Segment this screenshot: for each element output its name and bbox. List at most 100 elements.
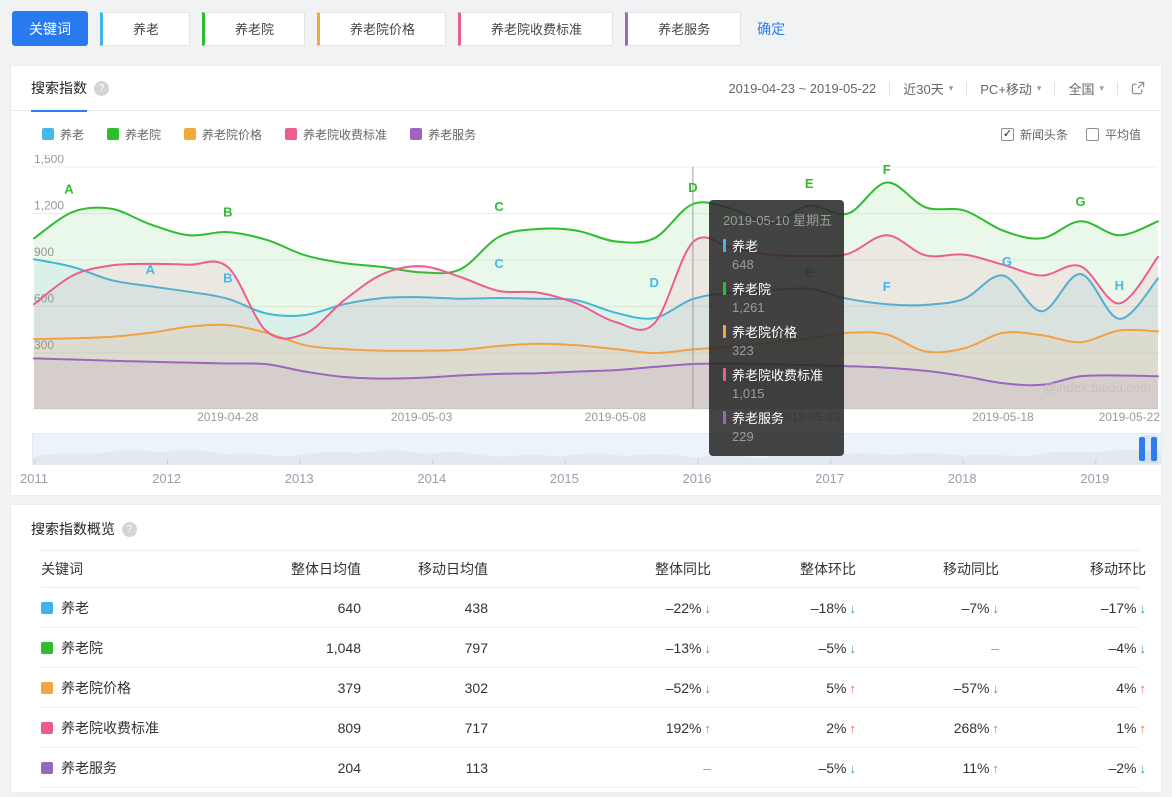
timeline-year-label: 2016: [682, 471, 712, 486]
change-cell: 268% ↑: [856, 720, 999, 736]
overview-title: 搜索指数概览: [31, 521, 115, 537]
news-marker-F[interactable]: F: [883, 162, 891, 177]
news-marker-B[interactable]: B: [223, 205, 232, 220]
legend-item[interactable]: 养老院价格: [184, 126, 262, 143]
keyword-chip-label: 养老服务: [658, 22, 711, 37]
change-cell: –4% ↓: [999, 640, 1146, 656]
keyword-label-button[interactable]: 关键词: [12, 11, 88, 46]
news-marker-E[interactable]: E: [805, 176, 814, 191]
legend-item[interactable]: 养老: [42, 126, 84, 143]
dropdown-全国[interactable]: 全国 ▾: [1068, 79, 1104, 98]
news-marker-A[interactable]: A: [64, 181, 74, 196]
keyword-cell: 养老: [41, 598, 281, 618]
keyword-chip-label: 养老院价格: [350, 22, 416, 37]
legend-item[interactable]: 养老院: [107, 126, 161, 143]
mobile-avg-cell: 302: [464, 679, 488, 696]
date-range: 2019-04-23 ~ 2019-05-22: [728, 80, 877, 96]
checkbox-平均值[interactable]: 平均值: [1085, 126, 1141, 143]
change-cell: 5% ↑: [711, 680, 856, 696]
keyword-chip[interactable]: 养老院收费标准: [458, 11, 614, 46]
legend-item[interactable]: 养老服务: [410, 126, 476, 143]
news-marker-B[interactable]: B: [223, 270, 232, 285]
legend-swatch: [42, 128, 54, 140]
news-marker-A[interactable]: A: [146, 262, 156, 277]
change-value: 2%: [826, 719, 847, 736]
legend-label: 养老院价格: [202, 127, 263, 142]
keyword-chip[interactable]: 养老: [100, 11, 191, 46]
dropdown-近30天[interactable]: 近30天 ▾: [903, 79, 953, 98]
external-link-icon[interactable]: [1131, 81, 1145, 95]
news-marker-D[interactable]: D: [688, 180, 697, 195]
timeline-history-area: [33, 449, 1161, 464]
change-value: 5%: [826, 679, 847, 696]
tab-search-index[interactable]: 搜索指数: [31, 66, 87, 112]
timeline-band[interactable]: [32, 433, 1162, 465]
checkbox-新闻头条[interactable]: ✓ 新闻头条: [1000, 126, 1068, 143]
tooltip-series-label: 养老: [732, 239, 759, 254]
x-axis-label: 2019-05-22: [1099, 410, 1161, 424]
legend: 养老 养老院 养老院价格 养老院收费标准 养老服务: [42, 126, 499, 143]
help-icon[interactable]: ?: [94, 80, 109, 96]
table-header-row: 关键词 整体日均值 移动日均值 整体同比 整体环比 移动同比 移动环比: [41, 551, 1146, 588]
keyword-name: 养老院价格: [61, 679, 131, 696]
active-tab-indicator: [31, 109, 87, 112]
tooltip-series-label: 养老院价格: [732, 325, 798, 340]
timeline-handle-left[interactable]: [1139, 437, 1145, 461]
trend-chart[interactable]: 3006009001,2001,500AABBCCDDEEFFGGH2019-0…: [32, 152, 1162, 427]
overall-avg-cell: 379: [337, 679, 361, 696]
keyword-swatch: [41, 721, 53, 734]
legend-item[interactable]: 养老院收费标准: [285, 126, 387, 143]
news-marker-H[interactable]: H: [1115, 278, 1124, 293]
page: { "keyword_bar": { "label": "关键词", "conf…: [0, 11, 1172, 797]
confirm-link[interactable]: 确定: [757, 19, 785, 39]
overall-avg-cell: 640: [337, 599, 361, 616]
news-marker-F[interactable]: F: [883, 279, 891, 294]
x-axis-label: 2019-05-03: [391, 410, 453, 424]
tooltip-series-value: 1,261: [732, 300, 765, 315]
keyword-chip[interactable]: 养老院价格: [317, 11, 447, 46]
change-cell: –52% ↓: [488, 680, 711, 696]
timeline-year-label: 2014: [417, 471, 447, 486]
trend-chart-area[interactable]: 3006009001,2001,500AABBCCDDEEFFGGH2019-0…: [32, 152, 1162, 456]
timeline-handle-right[interactable]: [1151, 437, 1157, 461]
header-controls: 2019-04-23 ~ 2019-05-22 近30天 ▾ PC+移动 ▾ 全国 ▾: [728, 79, 1145, 98]
change-value: –22%: [665, 599, 702, 616]
keyword-chip[interactable]: 养老院: [202, 11, 306, 46]
table-header-cell: 整体同比: [655, 561, 711, 577]
dropdown-PC+移动[interactable]: PC+移动 ▾: [980, 79, 1041, 98]
keyword-swatch: [41, 761, 53, 774]
table-row: 养老院收费标准 809 717 192% ↑ 2% ↑ 268% ↑ 1% ↑: [41, 708, 1146, 748]
news-marker-C[interactable]: C: [494, 199, 504, 214]
table-row: 养老院价格 379 302 –52% ↓ 5% ↑ –57% ↓ 4% ↑: [41, 668, 1146, 708]
keyword-chip[interactable]: 养老服务: [625, 11, 742, 46]
keyword-bar: 关键词 养老 养老院 养老院价格 养老院收费标准 养老服务 确定: [12, 11, 1172, 46]
news-marker-D[interactable]: D: [649, 275, 658, 290]
divider: [889, 81, 891, 95]
news-marker-G[interactable]: G: [1002, 254, 1012, 269]
tooltip-item: 养老院价格 323: [723, 322, 830, 358]
tooltip-item: 养老院 1,261: [723, 279, 830, 315]
checkbox-label: 新闻头条: [1019, 127, 1068, 142]
change-cell: –13% ↓: [488, 640, 711, 656]
table-row: 养老服务 204 113– –5% ↓ 11% ↑ –2% ↓: [41, 748, 1146, 788]
timeline-years: 2011 2012 2013 2014 2015 2016 2017 2018 2019: [20, 465, 1162, 489]
tooltip-item: 养老 648: [723, 236, 830, 272]
keyword-name: 养老院: [61, 639, 103, 656]
tooltip-series-swatch: [723, 368, 726, 381]
timeline-year-label: 2011: [20, 471, 48, 486]
tooltip-series-swatch: [723, 239, 726, 252]
keyword-chip-list: 养老 养老院 养老院价格 养老院收费标准 养老服务: [100, 11, 742, 46]
timeline-year-label: 2013: [284, 471, 314, 486]
dropdown-label: PC+移动: [980, 81, 1032, 97]
table-header-cell: 移动环比: [1090, 561, 1146, 577]
legend-label: 养老院: [125, 127, 162, 142]
x-axis-label: 2019-05-18: [972, 410, 1034, 424]
news-marker-C[interactable]: C: [494, 256, 504, 271]
tooltip-series-name: 养老服务: [723, 408, 830, 427]
dropdown-group: 近30天 ▾ PC+移动 ▾ 全国 ▾: [889, 79, 1104, 98]
keyword-name: 养老服务: [61, 759, 117, 776]
news-marker-G[interactable]: G: [1075, 194, 1085, 209]
change-cell: 4% ↑: [999, 680, 1146, 696]
help-icon[interactable]: ?: [122, 521, 137, 537]
keyword-name: 养老院收费标准: [61, 719, 159, 736]
